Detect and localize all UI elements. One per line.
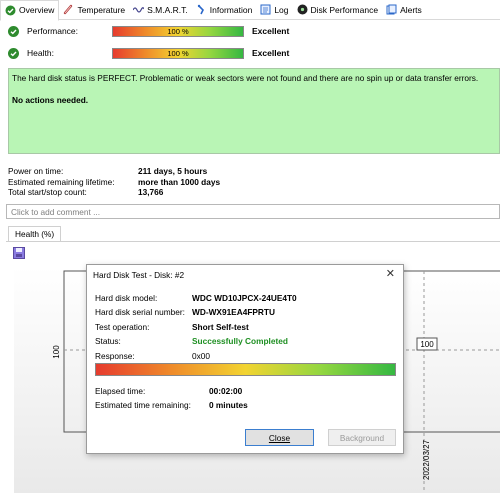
field-key: Response:: [95, 350, 135, 361]
tab-bar: Overview Temperature S.M.A.R.T. Informat…: [0, 0, 500, 21]
check-circle-icon: [5, 5, 16, 16]
remaining-label: Estimated time remaining:: [95, 400, 191, 411]
tab-label: Temperature: [77, 4, 126, 15]
dialog-title: Hard Disk Test - Disk: #2: [93, 270, 185, 280]
remaining-value: 0 minutes: [209, 400, 248, 411]
tab-health-chart[interactable]: Health (%): [8, 226, 62, 242]
tab-label: Information: [209, 4, 253, 15]
health-bar: 100 %: [112, 47, 244, 59]
dialog-row: Test operation: Short Self-test: [95, 320, 297, 334]
tab-label: Overview: [19, 5, 55, 15]
close-icon[interactable]: ✕: [386, 267, 395, 280]
dialog-row: Status: Successfully Completed: [95, 334, 297, 348]
tab-alerts[interactable]: Alerts: [382, 0, 426, 20]
info-row: Power on time: 211 days, 5 hours: [8, 166, 220, 177]
performance-label: Performance:: [27, 26, 79, 36]
dialog-row: Hard disk serial number: WD-WX91EA4FPRTU: [95, 305, 297, 319]
info-value: 13,766: [138, 187, 164, 197]
y-tick-100: 100: [52, 345, 61, 359]
performance-bar-text: 100 %: [167, 26, 189, 36]
field-value: WD-WX91EA4FPRTU: [192, 307, 275, 318]
tab-label: S.M.A.R.T.: [147, 4, 188, 15]
field-key: Status:: [95, 336, 121, 347]
disk-info: Power on time: 211 days, 5 hours Estimat…: [8, 166, 220, 198]
x-tick-date: 2022/03/27: [422, 439, 431, 480]
field-key: Hard disk serial number:: [95, 307, 185, 318]
tab-label: Alerts: [400, 4, 422, 15]
thermometer-icon: [63, 4, 74, 15]
info-key: Estimated remaining lifetime:: [8, 176, 115, 187]
info-key: Power on time:: [8, 166, 64, 176]
hard-disk-test-dialog: Hard Disk Test - Disk: #2 ✕ Hard disk mo…: [86, 264, 404, 454]
alerts-icon: [386, 4, 397, 15]
info-value: 211 days, 5 hours: [138, 166, 208, 176]
elapsed-label: Elapsed time:: [95, 386, 146, 396]
tab-label: Log: [274, 4, 289, 15]
test-progress-bar: [95, 363, 396, 376]
log-icon: [260, 4, 271, 15]
field-key: Test operation:: [95, 321, 150, 332]
performance-row: Performance: 100 % Excellent: [8, 23, 289, 39]
close-button-label: Close: [268, 432, 291, 443]
health-bar-text: 100 %: [167, 48, 189, 58]
dialog-row: Estimated time remaining: 0 minutes: [95, 398, 248, 412]
tab-overview[interactable]: Overview: [0, 0, 60, 21]
dialog-timing: Elapsed time: 00:02:00 Estimated time re…: [95, 384, 248, 413]
health-rating: Excellent: [252, 48, 290, 58]
info-row: Total start/stop count: 13,766: [8, 187, 220, 198]
status-panel: The hard disk status is PERFECT. Problem…: [8, 68, 500, 154]
wave-icon: [133, 4, 145, 15]
dialog-row: Hard disk model: WDC WD10JPCX-24UE4T0: [95, 291, 297, 305]
point-label: 100: [420, 340, 434, 349]
field-key: Hard disk model:: [95, 293, 158, 303]
comment-field[interactable]: Click to add comment ...: [6, 204, 500, 219]
info-row: Estimated remaining lifetime: more than …: [8, 177, 220, 188]
info-key: Total start/stop count:: [8, 187, 87, 197]
tab-smart[interactable]: S.M.A.R.T.: [129, 0, 192, 20]
disk-icon: [297, 4, 308, 15]
field-value: 0x00: [192, 350, 210, 361]
tab-temperature[interactable]: Temperature: [59, 0, 129, 20]
elapsed-value: 00:02:00: [209, 386, 243, 396]
health-row: Health: 100 % Excellent: [8, 45, 289, 61]
field-value: Short Self-test: [192, 321, 249, 332]
tab-information[interactable]: Information: [192, 0, 257, 20]
dialog-row: Elapsed time: 00:02:00: [95, 384, 248, 398]
background-button[interactable]: Background: [328, 429, 396, 446]
dialog-row: Response: 0x00: [95, 349, 297, 363]
check-circle-icon: [8, 47, 19, 59]
status-action: No actions needed.: [12, 95, 89, 105]
info-value: more than 1000 days: [138, 176, 221, 187]
dialog-fields: Hard disk model: WDC WD10JPCX-24UE4T0 Ha…: [95, 291, 297, 363]
field-value: WDC WD10JPCX-24UE4T0: [192, 293, 297, 303]
tab-label: Disk Performance: [310, 4, 379, 15]
performance-rating: Excellent: [252, 26, 290, 36]
tab-disk-performance[interactable]: Disk Performance: [293, 0, 383, 20]
check-circle-icon: [8, 25, 19, 37]
close-button[interactable]: Close: [245, 429, 314, 446]
status-value: Successfully Completed: [192, 336, 288, 347]
status-message: The hard disk status is PERFECT. Problem…: [12, 73, 479, 83]
info-icon: [196, 4, 207, 15]
tab-log[interactable]: Log: [256, 0, 292, 20]
performance-bar: 100 %: [112, 25, 244, 37]
health-label: Health:: [27, 48, 54, 58]
